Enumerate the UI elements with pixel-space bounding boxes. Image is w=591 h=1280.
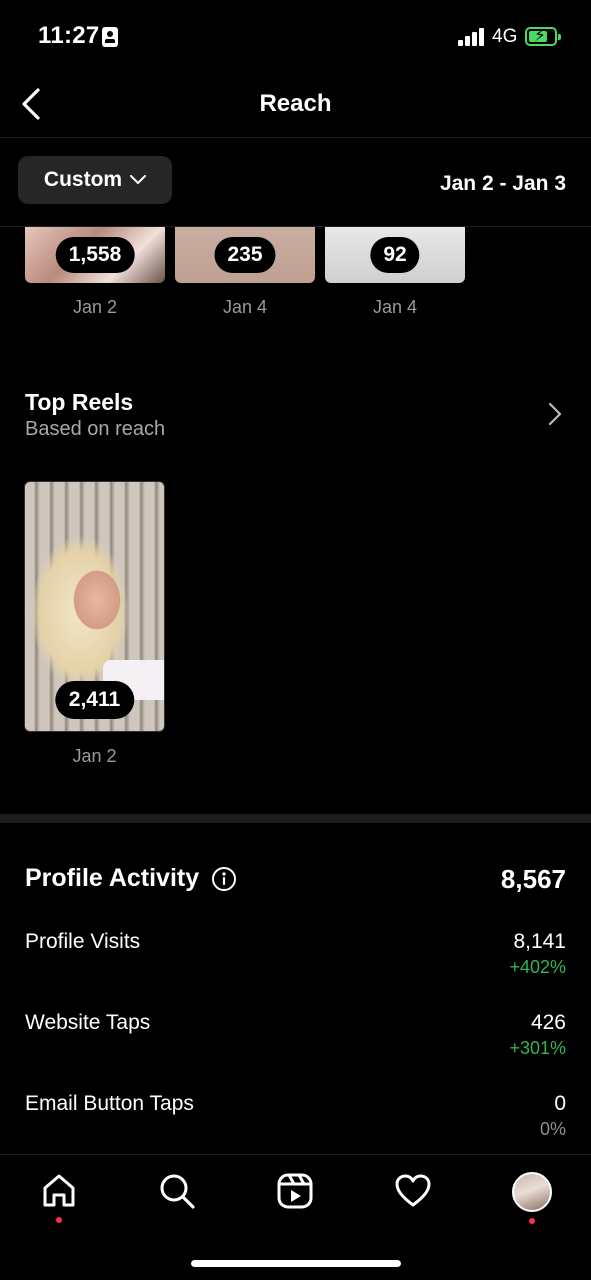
metric-value: 8,141 [513,930,566,953]
tab-home[interactable] [39,1171,79,1223]
date-range-label: Jan 2 - Jan 3 [439,172,566,195]
metric-label: Website Taps [25,1011,151,1034]
post-date: Jan 4 [372,297,418,317]
metric-change: 0% [539,1119,566,1139]
date-range-dropdown-label: Custom [43,168,123,191]
top-reels-subtitle: Based on reach [25,418,166,440]
post-date: Jan 4 [222,297,268,317]
post-date: Jan 2 [72,297,118,317]
metric-label: Profile Visits [25,930,141,953]
top-reel-thumbnail[interactable]: 2,411 [24,481,165,732]
heart-icon [395,1174,431,1207]
profile-activity-title: Profile Activity [25,864,200,892]
tab-activity[interactable] [393,1171,433,1211]
reel-date: Jan 2 [72,746,117,766]
profile-activity-header: Profile Activity [25,864,237,893]
chevron-down-icon [130,175,147,184]
metric-value: 426 [530,1011,566,1034]
top-posts-row: 1,558 Jan 2 235 Jan 4 92 Jan 4 [0,227,591,337]
reels-icon [277,1173,313,1209]
home-icon [43,1174,75,1207]
metric-change: +402% [509,957,566,977]
filter-bar: Custom Jan 2 - Jan 3 [0,139,591,227]
search-icon [160,1174,195,1209]
profile-avatar[interactable] [512,1172,552,1212]
reach-count-badge: 92 [370,237,420,273]
contact-card-icon [102,27,118,47]
reach-count-badge: 1,558 [55,237,135,273]
notification-dot [529,1218,535,1224]
top-post-thumbnail[interactable]: 92 [325,227,465,283]
notification-dot [56,1217,62,1223]
chevron-right-icon[interactable] [548,402,562,426]
date-range-dropdown[interactable]: Custom [18,156,172,204]
top-post-thumbnail[interactable]: 1,558 [25,227,165,283]
metric-label: Email Button Taps [25,1092,194,1115]
reach-count-badge: 235 [214,237,276,273]
profile-activity-total: 8,567 [500,864,566,894]
reach-count-badge: 2,411 [54,681,135,719]
top-reels-title: Top Reels [25,389,134,415]
status-bar: 11:27 4G ⚡ [0,0,591,72]
tab-reels[interactable] [275,1171,315,1211]
battery-icon: ⚡ [525,26,561,46]
section-divider [0,814,591,823]
signal-icon [458,28,486,46]
top-post-thumbnail[interactable]: 235 [175,227,315,283]
network-type: 4G [492,26,518,47]
nav-header: Reach [0,72,591,138]
tab-search[interactable] [157,1171,197,1211]
status-time: 11:27 [38,22,100,49]
home-indicator[interactable] [191,1260,401,1267]
metric-value: 0 [554,1092,566,1115]
page-title: Reach [259,90,332,117]
metric-change: +301% [509,1038,566,1058]
info-icon[interactable] [211,866,237,892]
